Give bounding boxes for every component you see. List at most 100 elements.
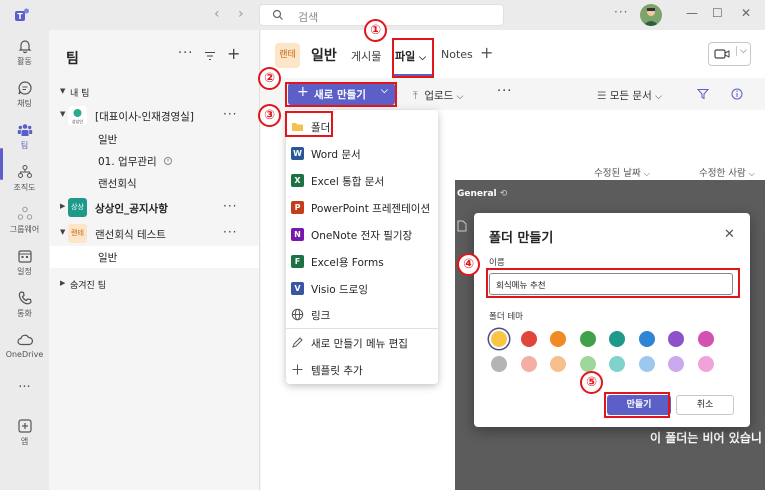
document-icon [457,220,467,232]
user-avatar[interactable] [640,4,662,26]
filter-icon[interactable] [204,50,216,62]
rail-item-activity[interactable]: 활동 [0,38,49,67]
menu-item-label: Visio 드로잉 [311,284,368,296]
menu-item-label: 새로 만들기 메뉴 편집 [311,338,408,350]
theme-label: 폴더 테마 [489,312,523,322]
forward-icon[interactable]: › [238,6,244,22]
color-swatch[interactable] [638,356,655,372]
color-swatch[interactable] [697,331,714,347]
create-team-icon[interactable]: + [227,44,240,63]
view-selector[interactable]: ☰ 모든 문서 ⌵ [597,88,662,103]
rail-item-teams[interactable]: 팀 [0,122,49,151]
color-swatch[interactable] [550,356,566,372]
menu-item-word[interactable]: W Word 문서 [286,141,438,167]
minimize-icon[interactable]: — [686,6,698,20]
team-avatar: 상상인 [68,106,87,125]
video-icon [714,49,730,59]
onenote-icon: N [291,228,304,241]
rail-item-calendar[interactable]: 일정 [0,248,49,277]
chevron-down-icon: ⌵ [643,169,650,178]
rail-item-calls[interactable]: 통화 [0,290,49,319]
team-item-hr[interactable]: ▼ 상상인 [대표이사-인재경영실] ··· [50,105,259,127]
color-swatch[interactable] [491,356,507,372]
chevron-down-icon[interactable]: ⌵ [736,46,747,56]
channel-item[interactable]: 일반 [50,128,259,150]
rail-item-apps[interactable]: 앱 [0,418,49,447]
team-item-test[interactable]: ▼ 랜테 랜선회식 테스트 ··· [50,223,259,245]
menu-item-edit-menu[interactable]: 새로 만들기 메뉴 편집 [286,330,438,356]
close-icon[interactable]: ✕ [741,6,751,20]
more-options-icon[interactable]: ··· [614,5,628,19]
menu-item-visio[interactable]: V Visio 드로잉 [286,276,438,302]
phone-icon [18,291,32,305]
upload-button[interactable]: ⤒ 업로드 ⌵ [413,88,464,103]
team-item-notice[interactable]: ▶ 상상 상상인_공지사항 ··· [50,197,259,219]
color-swatch[interactable] [609,356,625,372]
color-swatch[interactable] [579,356,596,372]
team-name: [대표이사-인재경영실] [95,111,194,123]
maximize-icon[interactable]: ☐ [712,6,723,20]
section-my-teams[interactable]: ▼ 내 팀 [50,82,259,104]
rail-item-chat[interactable]: 채팅 [0,80,49,109]
filter-icon[interactable] [697,88,709,100]
meet-button[interactable]: ⌵ [708,42,751,66]
highlight-folder-item [285,111,333,137]
chat-icon [17,81,32,95]
color-swatch[interactable] [668,356,684,372]
team-more-icon[interactable]: ··· [223,107,237,121]
team-more-icon[interactable]: ··· [223,225,237,239]
channel-item[interactable]: 랜선회식 [50,172,259,194]
column-modified[interactable]: 수정된 날짜 ⌵ [594,165,650,179]
channel-name: 일반 [98,252,118,264]
menu-item-forms[interactable]: F Excel용 Forms [286,249,438,275]
private-lock-icon [164,157,172,165]
upload-icon: ⤒ [413,90,418,102]
tab-posts[interactable]: 게시물 [351,48,381,64]
channel-name: 일반 [98,134,118,146]
plus-icon [292,364,303,375]
rail-label: 앱 [20,437,29,446]
caret-down-icon: ▼ [60,87,66,95]
globe-icon [291,308,304,321]
cancel-button[interactable]: 취소 [676,395,734,415]
step-badge: ⑤ [580,371,603,394]
menu-item-excel[interactable]: X Excel 통합 문서 [286,168,438,194]
step-badge: ② [258,67,281,90]
color-swatch[interactable] [520,356,537,372]
back-icon[interactable]: ‹ [214,6,220,22]
toolbar-more-icon[interactable]: ··· [497,84,512,99]
menu-item-label: Word 문서 [311,149,361,161]
menu-item-onenote[interactable]: N OneNote 전자 필기장 [286,222,438,248]
color-swatch[interactable] [609,331,625,347]
tab-notes[interactable]: Notes [441,48,473,61]
channel-item[interactable]: 01. 업무관리 [50,150,259,172]
color-swatch[interactable] [579,331,596,347]
rail-item-more[interactable]: ··· [0,380,49,395]
teams-more-icon[interactable]: ··· [178,46,193,61]
rail-item-org-chart[interactable]: 조직도 [0,164,49,193]
close-icon[interactable]: ✕ [724,227,735,242]
rail-label: 팀 [20,141,29,150]
color-swatch[interactable] [520,331,537,347]
team-more-icon[interactable]: ··· [223,199,237,213]
color-swatch[interactable] [491,331,507,347]
section-hidden-teams[interactable]: ▶ 숨겨진 팀 [50,274,259,296]
add-tab-icon[interactable]: + [480,43,493,62]
empty-folder-text: 이 폴더는 비어 있습니 [650,431,762,445]
color-swatch[interactable] [668,331,684,347]
menu-item-add-template[interactable]: 템플릿 추가 [286,357,438,383]
channel-item-selected[interactable]: 일반 [50,246,259,268]
calendar-icon [17,250,32,263]
color-swatch[interactable] [550,331,566,347]
menu-item-powerpoint[interactable]: P PowerPoint 프레젠테이션 [286,195,438,221]
info-icon[interactable] [731,88,743,100]
section-label: 숨겨진 팀 [70,281,106,291]
step-badge: ① [364,19,387,42]
color-swatch[interactable] [638,331,655,347]
menu-item-link[interactable]: 링크 [286,302,438,328]
rail-item-groupware[interactable]: 그룹웨어 [0,206,49,235]
color-swatch[interactable] [697,356,714,372]
rail-item-onedrive[interactable]: OneDrive [0,332,49,359]
org-chart-icon [17,165,32,178]
column-modified-by[interactable]: 수정한 사람 ⌵ [699,165,755,179]
